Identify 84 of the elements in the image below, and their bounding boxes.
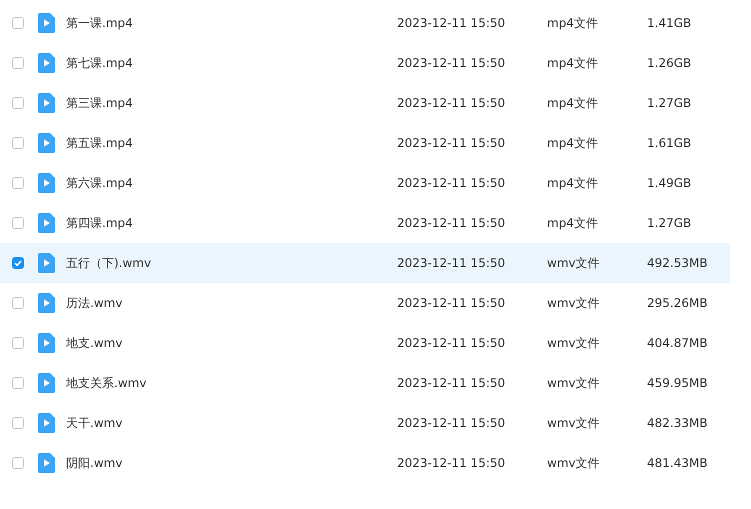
file-type: mp4文件 xyxy=(547,54,599,72)
file-name: 第六课.mp4 xyxy=(66,174,134,192)
file-size: 1.27GB xyxy=(647,96,692,110)
file-size: 1.49GB xyxy=(647,176,692,190)
video-file-icon xyxy=(38,213,55,233)
modified-date: 2023-12-11 15:50 xyxy=(397,16,506,30)
video-file-icon xyxy=(38,453,55,473)
checkbox[interactable] xyxy=(12,297,24,309)
modified-date: 2023-12-11 15:50 xyxy=(397,376,506,390)
file-type: wmv文件 xyxy=(547,454,601,472)
file-name: 第三课.mp4 xyxy=(66,94,134,112)
video-file-icon xyxy=(38,413,55,433)
file-row[interactable]: 第六课.mp4 2023-12-11 15:50 mp4文件 1.49GB xyxy=(0,163,730,203)
file-size: 482.33MB xyxy=(647,416,709,430)
checkbox[interactable] xyxy=(12,377,24,389)
checkbox[interactable] xyxy=(12,97,24,109)
checkbox[interactable] xyxy=(12,257,24,269)
video-file-icon xyxy=(38,173,55,193)
modified-date: 2023-12-11 15:50 xyxy=(397,416,506,430)
video-file-icon xyxy=(38,333,55,353)
file-row[interactable]: 天干.wmv 2023-12-11 15:50 wmv文件 482.33MB xyxy=(0,403,730,443)
file-type: mp4文件 xyxy=(547,174,599,192)
file-size: 1.61GB xyxy=(647,136,692,150)
file-name: 阴阳.wmv xyxy=(66,454,124,472)
file-size: 459.95MB xyxy=(647,376,709,390)
file-row[interactable]: 第三课.mp4 2023-12-11 15:50 mp4文件 1.27GB xyxy=(0,83,730,123)
modified-date: 2023-12-11 15:50 xyxy=(397,256,506,270)
modified-date: 2023-12-11 15:50 xyxy=(397,136,506,150)
file-row[interactable]: 地支关系.wmv 2023-12-11 15:50 wmv文件 459.95MB xyxy=(0,363,730,403)
file-size: 1.41GB xyxy=(647,16,692,30)
file-name: 第四课.mp4 xyxy=(66,214,134,232)
file-row[interactable]: 第一课.mp4 2023-12-11 15:50 mp4文件 1.41GB xyxy=(0,3,730,43)
checkbox[interactable] xyxy=(12,417,24,429)
file-size: 1.27GB xyxy=(647,216,692,230)
modified-date: 2023-12-11 15:50 xyxy=(397,456,506,470)
file-name: 第七课.mp4 xyxy=(66,54,134,72)
file-type: mp4文件 xyxy=(547,94,599,112)
file-name: 第一课.mp4 xyxy=(66,14,134,32)
file-size: 481.43MB xyxy=(647,456,709,470)
file-row[interactable]: 第七课.mp4 2023-12-11 15:50 mp4文件 1.26GB xyxy=(0,43,730,83)
file-size: 1.26GB xyxy=(647,56,692,70)
file-type: wmv文件 xyxy=(547,374,601,392)
file-type: mp4文件 xyxy=(547,14,599,32)
file-size: 404.87MB xyxy=(647,336,709,350)
file-type: wmv文件 xyxy=(547,294,601,312)
video-file-icon xyxy=(38,293,55,313)
video-file-icon xyxy=(38,133,55,153)
checkbox[interactable] xyxy=(12,337,24,349)
file-row[interactable]: 地支.wmv 2023-12-11 15:50 wmv文件 404.87MB xyxy=(0,323,730,363)
file-name: 五行（下).wmv xyxy=(66,254,152,272)
modified-date: 2023-12-11 15:50 xyxy=(397,96,506,110)
file-type: wmv文件 xyxy=(547,334,601,352)
file-size: 295.26MB xyxy=(647,296,709,310)
file-row[interactable]: 第四课.mp4 2023-12-11 15:50 mp4文件 1.27GB xyxy=(0,203,730,243)
checkbox[interactable] xyxy=(12,217,24,229)
file-name: 天干.wmv xyxy=(66,414,124,432)
file-type: mp4文件 xyxy=(547,214,599,232)
file-row[interactable]: 阴阳.wmv 2023-12-11 15:50 wmv文件 481.43MB xyxy=(0,443,730,483)
file-row[interactable]: 第五课.mp4 2023-12-11 15:50 mp4文件 1.61GB xyxy=(0,123,730,163)
checkbox[interactable] xyxy=(12,137,24,149)
file-row[interactable]: 五行（下).wmv 2023-12-11 15:50 wmv文件 492.53MB xyxy=(0,243,730,283)
modified-date: 2023-12-11 15:50 xyxy=(397,336,506,350)
file-row[interactable]: 历法.wmv 2023-12-11 15:50 wmv文件 295.26MB xyxy=(0,283,730,323)
file-size: 492.53MB xyxy=(647,256,709,270)
modified-date: 2023-12-11 15:50 xyxy=(397,56,506,70)
file-type: wmv文件 xyxy=(547,254,601,272)
video-file-icon xyxy=(38,53,55,73)
file-name: 地支.wmv xyxy=(66,334,124,352)
file-name: 第五课.mp4 xyxy=(66,134,134,152)
video-file-icon xyxy=(38,373,55,393)
checkbox[interactable] xyxy=(12,457,24,469)
video-file-icon xyxy=(38,13,55,33)
checkbox[interactable] xyxy=(12,57,24,69)
checkbox[interactable] xyxy=(12,17,24,29)
file-type: wmv文件 xyxy=(547,414,601,432)
video-file-icon xyxy=(38,253,55,273)
modified-date: 2023-12-11 15:50 xyxy=(397,176,506,190)
file-type: mp4文件 xyxy=(547,134,599,152)
modified-date: 2023-12-11 15:50 xyxy=(397,216,506,230)
modified-date: 2023-12-11 15:50 xyxy=(397,296,506,310)
file-name: 历法.wmv xyxy=(66,294,124,312)
video-file-icon xyxy=(38,93,55,113)
checkbox[interactable] xyxy=(12,177,24,189)
file-name: 地支关系.wmv xyxy=(66,374,148,392)
